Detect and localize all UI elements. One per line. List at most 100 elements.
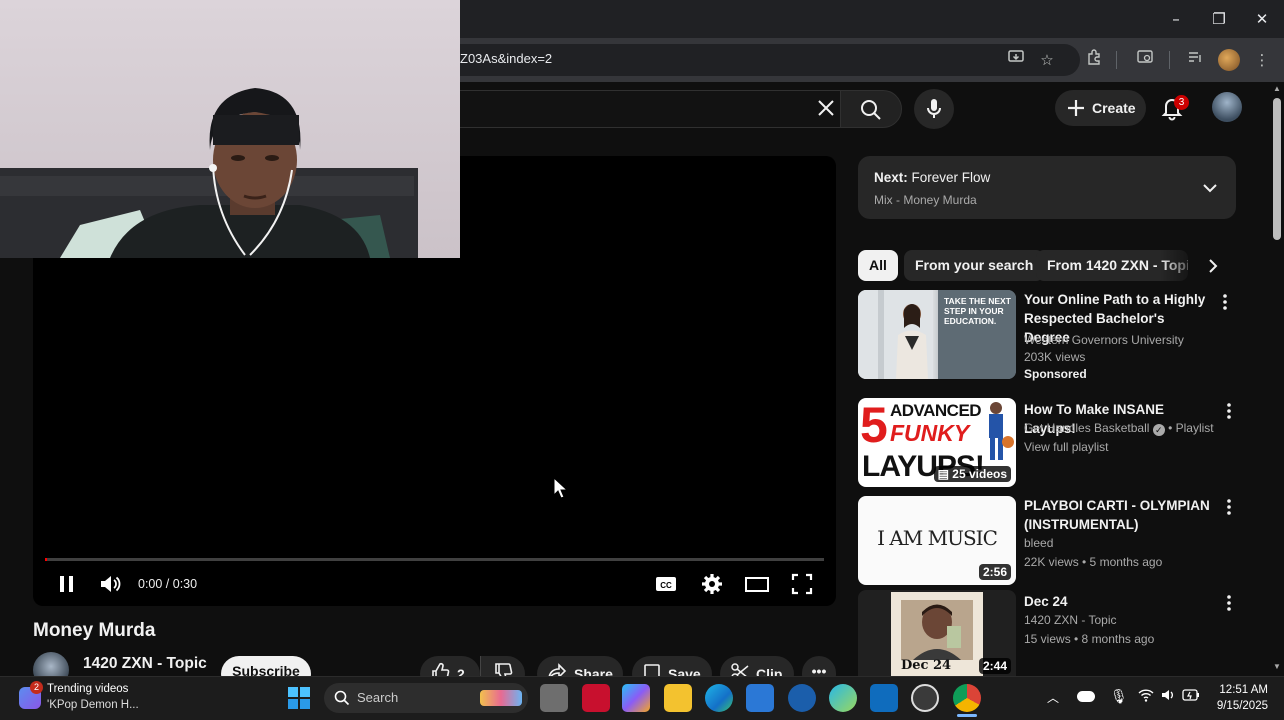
video-thumbnail[interactable]: Dec 24 2:44 [858,590,1016,676]
bookmark-star-icon[interactable]: ☆ [1035,48,1059,72]
video-duration: 2:44 [978,658,1011,674]
fullscreen-button[interactable] [790,571,814,597]
restore-icon[interactable]: ❐ [1204,6,1234,32]
theater-mode-button[interactable] [744,571,770,597]
tab-search-icon[interactable] [1133,48,1157,72]
volume-button[interactable] [98,571,122,597]
minimize-icon[interactable]: – [1161,6,1191,32]
chrome-icon[interactable] [953,684,981,712]
video-meta: 15 views • 8 months ago [1024,632,1155,646]
video-channel[interactable]: Get Handles Basketball ✓ • Playlist [1024,421,1214,436]
toolbar-separator [1169,51,1170,69]
onedrive-icon[interactable] [1077,691,1095,702]
volume-icon[interactable] [1160,687,1176,708]
hp-icon[interactable] [788,684,816,712]
view-full-playlist-link[interactable]: View full playlist [1024,440,1108,454]
progress-bar[interactable] [45,558,824,561]
pause-button[interactable] [56,571,78,597]
scroll-down-arrow-icon[interactable]: ▼ [1272,662,1282,672]
search-icon [334,690,350,706]
profile-avatar-icon[interactable] [1218,49,1240,71]
video-views: 203K views [1024,350,1086,364]
account-avatar[interactable] [1212,92,1242,122]
playlist-count: 25 videos [952,467,1007,481]
taskbar-search-placeholder: Search [357,690,399,705]
more-vertical-icon[interactable] [1221,592,1237,614]
windows-start-icon[interactable] [287,686,311,710]
search-input[interactable] [440,90,840,128]
system-clock[interactable]: 12:51 AM 9/15/2025 [1208,682,1268,714]
captions-button[interactable]: CC [654,571,678,597]
edge-icon[interactable] [705,684,733,712]
notification-badge: 3 [1174,95,1189,110]
more-vertical-icon[interactable] [1221,400,1237,422]
video-channel[interactable]: bleed [1024,536,1053,550]
up-next-video: Forever Flow [911,170,991,185]
search-icon [861,100,881,120]
battery-icon[interactable] [1182,688,1200,707]
widget-subtitle[interactable]: 'KPop Demon H... [47,699,139,711]
up-next-prefix: Next: [874,170,908,185]
clear-search-icon[interactable] [815,97,837,119]
chip-from-your-search[interactable]: From your search [904,250,1045,281]
video-duration: 2:56 [978,564,1011,580]
widgets-badge: 2 [30,681,43,694]
taskbar-search[interactable]: Search [324,683,528,713]
toolbar-separator [1116,51,1117,69]
gear-icon [702,574,722,594]
chip-all[interactable]: All [858,250,898,281]
browser-menu-icon[interactable]: ⋮ [1250,48,1274,72]
extensions-icon[interactable] [1082,48,1106,72]
video-thumbnail[interactable]: I AM MUSIC 2:56 [858,496,1016,585]
chevron-up-icon[interactable]: ︿ [1047,689,1059,706]
time-display: 0:00 / 0:30 [138,577,198,591]
video-title: Money Murda [33,620,156,641]
video-meta: 22K views • 5 months ago [1024,555,1163,569]
video-thumbnail[interactable]: TAKE THE NEXT STEP IN YOUR EDUCATION. [858,290,1016,379]
copilot-icon[interactable] [622,684,650,712]
playlist-thumbnail[interactable]: 5 ADVANCED FUNKY LAYUPS! ▤ 25 videos [858,398,1016,487]
voice-search-button[interactable] [914,89,954,129]
close-icon[interactable]: ✕ [1247,6,1277,32]
widget-title[interactable]: Trending videos [47,683,128,695]
channel-name[interactable]: 1420 ZXN - Topic [83,655,207,673]
more-vertical-icon[interactable] [1217,291,1233,313]
create-button[interactable]: Create [1055,90,1146,126]
wifi-icon[interactable] [1138,687,1154,708]
search-button[interactable] [840,90,902,128]
playlist-count-badge: ▤ 25 videos [933,466,1011,482]
file-explorer-icon[interactable] [664,684,692,712]
sponsored-badge: Sponsored [1024,367,1087,381]
outlook-icon[interactable] [870,684,898,712]
scroll-up-arrow-icon[interactable]: ▲ [1272,84,1282,94]
up-next-panel[interactable] [858,156,1236,219]
video-channel[interactable]: 1420 ZXN - Topic [1024,613,1117,627]
mcafee-icon[interactable] [582,684,610,712]
progress-bar-fill [45,558,47,561]
clock-date: 9/15/2025 [1216,700,1268,712]
video-title[interactable]: Dec 24 [1024,592,1214,611]
settings-button[interactable] [700,571,724,597]
install-app-icon[interactable] [1004,48,1028,72]
theater-icon [745,577,769,592]
up-next-mix: Mix - Money Murda [874,193,977,207]
microsoft-store-icon[interactable] [746,684,774,712]
video-title[interactable]: PLAYBOI CARTI - OLYMPIAN (INSTRUMENTAL) [1024,496,1214,534]
verified-icon: ✓ [1152,424,1165,436]
url-text[interactable]: Z03As&index=2 [460,51,552,66]
scrollbar-thumb[interactable] [1273,98,1281,240]
thumbnail-text: Dec 24 [901,658,952,673]
obs-icon[interactable] [911,684,939,712]
chevron-right-icon[interactable] [1203,255,1223,277]
plus-icon [1068,100,1084,116]
more-vertical-icon[interactable] [1221,496,1237,518]
chevron-down-icon[interactable] [1200,178,1220,198]
microphone-icon[interactable]: 🎙︎ [1110,688,1128,705]
reading-list-icon[interactable] [1183,48,1207,72]
photos-icon[interactable] [829,684,857,712]
thumbnail-text: TAKE THE NEXT STEP IN YOUR EDUCATION. [944,296,1011,326]
task-view-icon[interactable] [540,684,568,712]
webcam-overlay [0,0,460,258]
video-channel[interactable]: Western Governors University [1024,333,1184,347]
cc-icon: CC [656,577,676,591]
